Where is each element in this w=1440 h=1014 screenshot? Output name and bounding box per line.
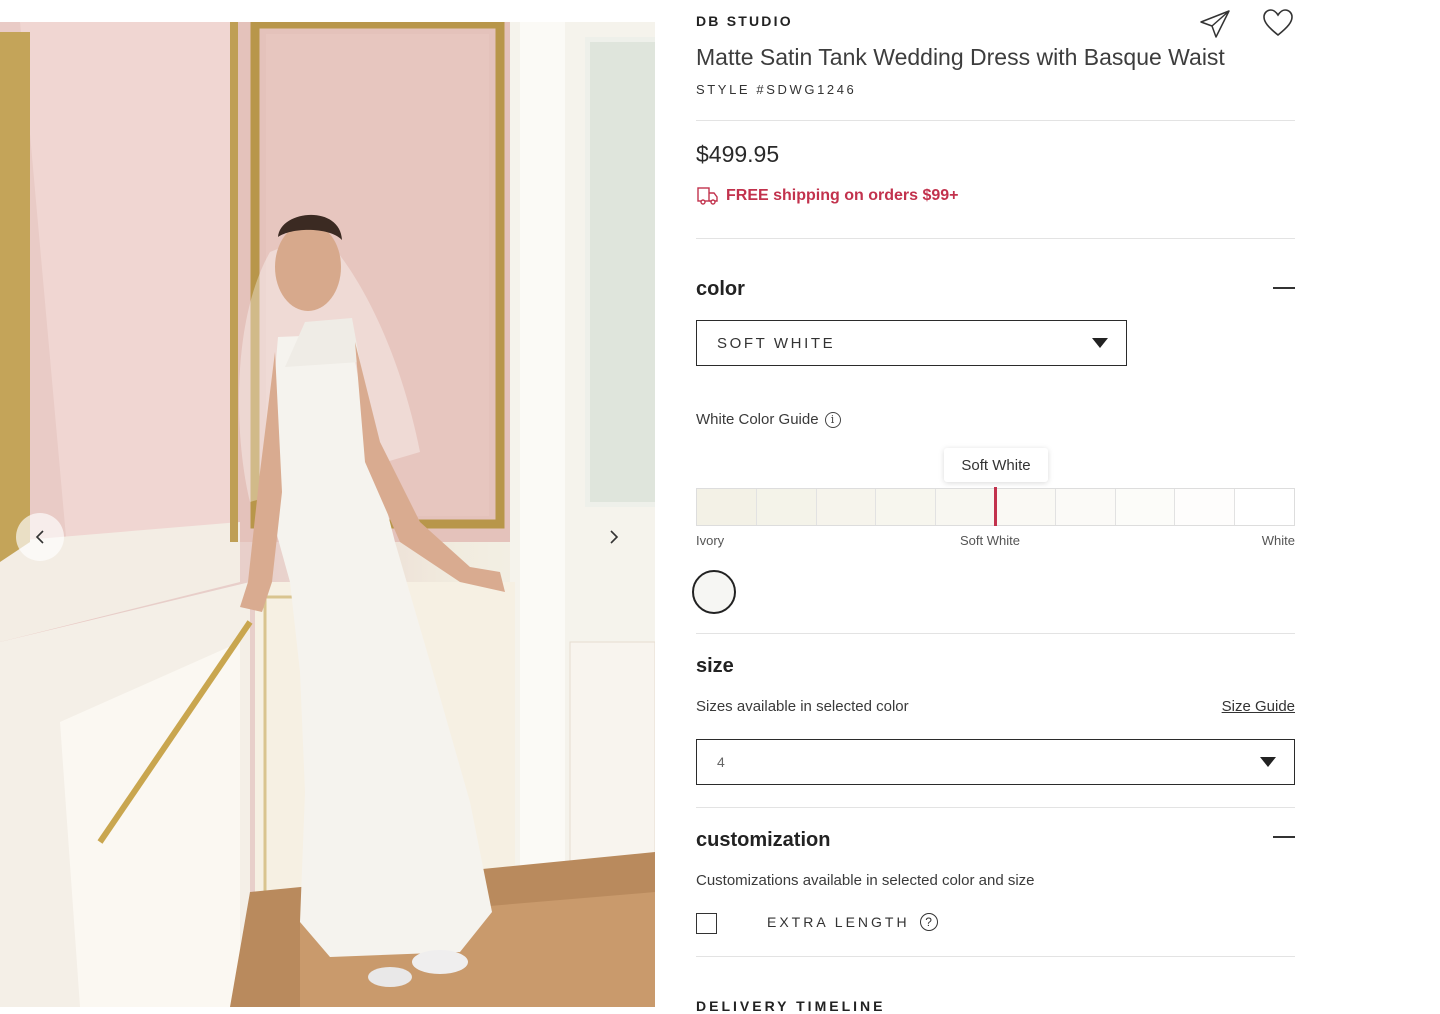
- extra-length-label: EXTRA LENGTH: [767, 914, 910, 930]
- color-scale-swatch[interactable]: [1055, 489, 1116, 525]
- size-subtitle: Sizes available in selected color: [696, 698, 909, 715]
- shipping-promo: FREE shipping on orders $99+: [696, 186, 959, 206]
- color-scale-swatch[interactable]: [1175, 489, 1236, 525]
- info-icon[interactable]: i: [824, 411, 841, 428]
- color-scale-swatch[interactable]: [756, 489, 817, 525]
- share-button[interactable]: [1198, 8, 1232, 45]
- paper-plane-icon: [1200, 10, 1230, 38]
- customization-subtitle: Customizations available in selected col…: [696, 872, 1035, 889]
- size-section-title: size: [696, 655, 734, 677]
- delivery-timeline-heading[interactable]: DELIVERY TIMELINE: [696, 998, 885, 1014]
- question-icon[interactable]: ?: [919, 913, 938, 931]
- product-title: Matte Satin Tank Wedding Dress with Basq…: [696, 44, 1225, 70]
- size-select-value: 4: [717, 754, 725, 770]
- style-number: STYLE #SDWG1246: [696, 82, 857, 97]
- color-swatch-soft-white[interactable]: [692, 570, 736, 614]
- product-image-gallery[interactable]: [0, 22, 655, 1007]
- color-scale-swatch[interactable]: [697, 489, 757, 525]
- color-select-value: SOFT WHITE: [717, 334, 836, 352]
- size-select[interactable]: 4: [696, 739, 1295, 785]
- divider: [696, 633, 1295, 634]
- color-section-title: color: [696, 278, 745, 300]
- divider: [696, 807, 1295, 808]
- caret-down-icon: [1092, 338, 1108, 348]
- divider: [696, 120, 1295, 121]
- extra-length-checkbox[interactable]: [696, 913, 717, 934]
- truck-icon: [697, 187, 718, 205]
- brand-name[interactable]: DB STUDIO: [696, 13, 793, 29]
- color-scale-swatch[interactable]: [876, 489, 937, 525]
- collapse-color-icon[interactable]: [1273, 287, 1295, 289]
- size-guide-link[interactable]: Size Guide: [1222, 698, 1295, 715]
- selected-color-marker: [994, 487, 997, 526]
- white-color-guide: White Color Guide i: [696, 411, 841, 428]
- product-price: $499.95: [696, 141, 780, 167]
- customization-section-title: customization: [696, 829, 831, 851]
- favorite-button[interactable]: [1262, 8, 1294, 43]
- color-select[interactable]: SOFT WHITE: [696, 320, 1127, 366]
- white-color-guide-label: White Color Guide: [696, 411, 819, 428]
- chevron-right-icon: [610, 530, 619, 544]
- extra-length-option[interactable]: EXTRA LENGTH ?: [767, 913, 938, 931]
- heart-icon: [1263, 9, 1293, 37]
- previous-image-button[interactable]: [16, 513, 64, 561]
- color-scale-swatch[interactable]: [816, 489, 877, 525]
- divider: [696, 238, 1295, 239]
- divider: [696, 956, 1295, 957]
- scale-label-ivory: Ivory: [696, 533, 725, 548]
- caret-down-icon: [1260, 757, 1276, 767]
- color-scale-swatch[interactable]: [1235, 489, 1294, 525]
- color-scale-swatch[interactable]: [1115, 489, 1176, 525]
- product-photo: [0, 22, 655, 1007]
- shipping-text: FREE shipping on orders $99+: [726, 187, 959, 204]
- color-scale-swatch[interactable]: [936, 489, 996, 525]
- next-image-button[interactable]: [590, 513, 638, 561]
- scale-label-white: White: [1261, 533, 1295, 548]
- color-tooltip: Soft White: [944, 448, 1048, 482]
- scale-label-soft-white: Soft White: [960, 533, 1020, 548]
- collapse-customization-icon[interactable]: [1273, 836, 1295, 838]
- chevron-left-icon: [35, 530, 44, 544]
- color-scale-swatch[interactable]: [995, 489, 1056, 525]
